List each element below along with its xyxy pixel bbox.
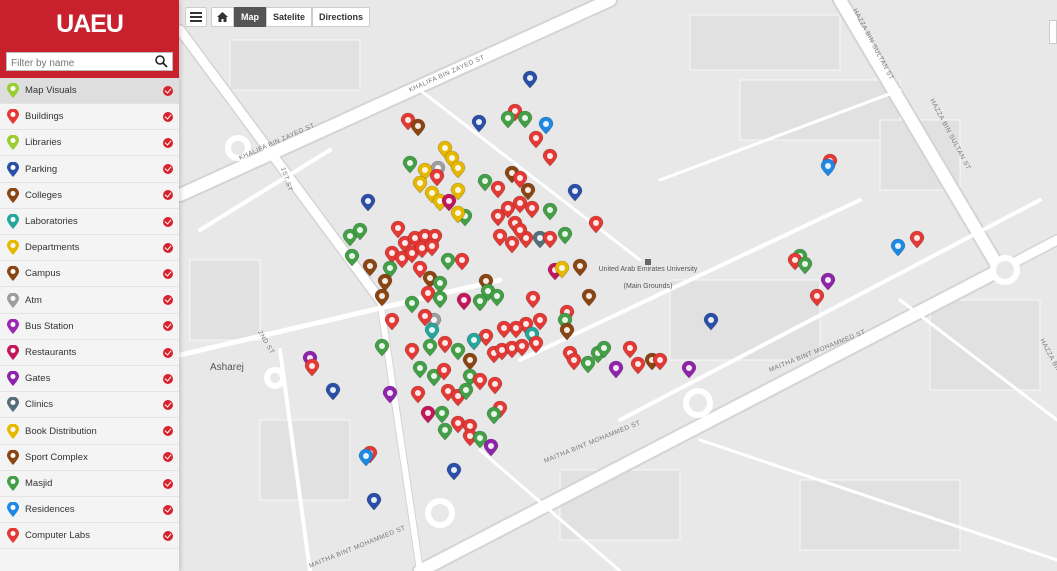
layer-check-icon[interactable] (163, 216, 173, 227)
layer-label: Map Visuals (25, 85, 77, 96)
layer-check-icon[interactable] (163, 321, 173, 332)
layer-item[interactable]: Masjid (0, 471, 179, 497)
layer-item[interactable]: Sport Complex (0, 445, 179, 471)
layer-check-icon[interactable] (163, 242, 173, 253)
layer-pin-icon (7, 83, 19, 98)
hamburger-icon (190, 12, 202, 22)
layer-pin-icon (7, 292, 19, 308)
filter-input[interactable] (7, 55, 151, 72)
layer-check-icon[interactable] (163, 504, 173, 515)
layer-item[interactable]: Colleges (0, 183, 179, 209)
layer-item[interactable]: Map Visuals (0, 78, 179, 104)
layer-label: Parking (25, 163, 58, 175)
layer-label: Atm (25, 294, 42, 306)
layer-pin-icon (7, 345, 19, 360)
layer-item[interactable]: Libraries (0, 130, 179, 157)
layer-check-icon[interactable] (163, 452, 173, 463)
map-view-button[interactable]: Map (234, 7, 266, 27)
layer-check-icon[interactable] (163, 164, 173, 175)
layer-label: Colleges (25, 189, 62, 201)
layer-check-icon[interactable] (163, 347, 173, 358)
layer-pin-icon (7, 214, 19, 229)
layer-pin-icon (7, 109, 19, 125)
search-icon[interactable] (155, 55, 168, 68)
layer-label: Computer Labs (25, 530, 90, 542)
layer-label: Clinics (25, 399, 53, 411)
layer-item[interactable]: Bus Station (0, 314, 179, 340)
layer-check-icon[interactable] (163, 137, 173, 148)
layer-label: Sport Complex (25, 451, 88, 463)
layer-label: Gates (25, 373, 51, 385)
expand-button[interactable] (1049, 20, 1057, 44)
layer-check-icon[interactable] (163, 426, 173, 437)
directions-button[interactable]: Directions (312, 7, 371, 27)
layer-check-icon[interactable] (163, 85, 173, 96)
layer-label: Libraries (25, 137, 62, 149)
brand-header: UAEU (0, 0, 179, 78)
layer-item[interactable]: Residences (0, 497, 179, 524)
layer-item[interactable]: Departments (0, 235, 179, 262)
layer-item[interactable]: Laboratories (0, 209, 179, 235)
home-icon (217, 12, 228, 22)
layer-pin-icon (7, 528, 19, 544)
uaeu-logo: UAEU (56, 10, 124, 38)
menu-button[interactable] (185, 7, 207, 27)
district-label: Asharej (210, 362, 244, 373)
layer-item[interactable]: Restaurants (0, 340, 179, 366)
layer-check-icon[interactable] (163, 190, 173, 201)
layer-label: Restaurants (25, 347, 77, 358)
layer-pin-icon (7, 187, 19, 203)
layer-check-icon[interactable] (163, 268, 173, 279)
layer-pin-icon (7, 476, 19, 491)
layer-pin-icon (7, 266, 19, 282)
layer-check-icon[interactable] (163, 111, 173, 122)
svg-text:United Arab Emirates Universit: United Arab Emirates University (599, 266, 698, 273)
layer-label: Buildings (25, 111, 64, 123)
layer-pin-icon (7, 423, 19, 439)
satellite-view-button[interactable]: Satelite (266, 7, 313, 27)
layer-check-icon[interactable] (163, 373, 173, 384)
layer-item[interactable]: Gates (0, 366, 179, 393)
layer-check-icon[interactable] (163, 295, 173, 306)
layer-pin-icon (7, 161, 19, 177)
layer-item[interactable]: Campus (0, 261, 179, 288)
layer-item[interactable]: Atm (0, 288, 179, 314)
layer-label: Departments (25, 242, 80, 254)
map-toolbar: Map Satelite Directions (185, 7, 371, 27)
layer-pin-icon (7, 240, 19, 256)
layer-label: Book Distribution (25, 425, 97, 437)
layer-item[interactable]: Buildings (0, 104, 179, 131)
layer-check-icon[interactable] (163, 530, 173, 541)
layer-label: Residences (25, 504, 75, 516)
svg-text:(Main Grounds): (Main Grounds) (624, 283, 673, 290)
layer-label: Bus Station (25, 320, 74, 332)
layer-item[interactable]: Computer Labs (0, 523, 179, 550)
layer-pin-icon (7, 502, 19, 518)
layer-pin-icon (7, 397, 19, 413)
layer-label: Masjid (25, 478, 53, 489)
layer-pin-icon (7, 318, 19, 334)
layer-label: Campus (25, 268, 61, 280)
sidebar: UAEU Map Visuals Buildings Libraries Parkin… (0, 0, 179, 571)
layer-item[interactable]: Clinics (0, 392, 179, 419)
home-button[interactable] (211, 7, 234, 27)
layer-check-icon[interactable] (163, 399, 173, 410)
layer-item[interactable]: Parking (0, 157, 179, 183)
layer-pin-icon (7, 135, 19, 151)
layer-pin-icon (7, 371, 19, 387)
layer-label: Laboratories (25, 216, 78, 227)
layer-item[interactable]: Book Distribution (0, 419, 179, 445)
layer-check-icon[interactable] (163, 478, 173, 489)
layer-pin-icon (7, 449, 19, 465)
filter-box (6, 52, 173, 72)
